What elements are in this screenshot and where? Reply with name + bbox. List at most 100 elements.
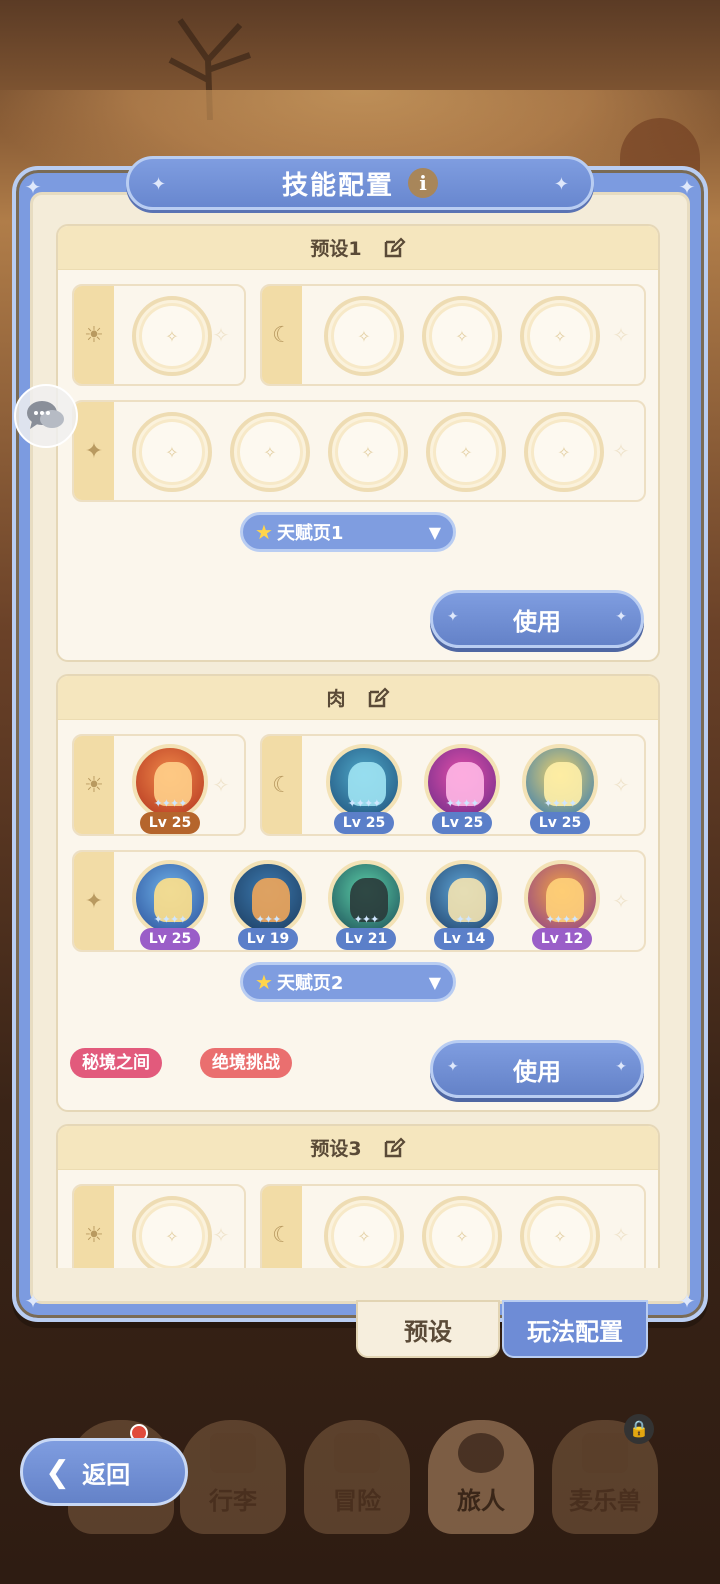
preset-card-3: 预设3 ☀ ✧ ✧ ☾ ✧ ✧ ✧ ✧ bbox=[56, 1124, 660, 1268]
empty-skill-slot[interactable]: ✧ bbox=[422, 296, 502, 376]
use-button[interactable]: ✦ 使用 ✦ bbox=[430, 1040, 644, 1098]
mode-tag: 秘境之间 bbox=[70, 1048, 162, 1078]
skill-level-badge: Lv 25 bbox=[432, 812, 492, 834]
tab-preset-label: 预设 bbox=[404, 1317, 452, 1346]
back-button[interactable]: ❮ 返回 bbox=[20, 1438, 188, 1506]
skill-icon[interactable]: ✦✦✦✦ bbox=[424, 744, 500, 820]
back-arrow-icon: ❮ bbox=[45, 1454, 71, 1490]
pet-icon bbox=[582, 1433, 628, 1473]
skill-icon[interactable]: ✦✦✦✦ bbox=[132, 744, 208, 820]
crossed-swords-icon bbox=[334, 1433, 380, 1473]
skill-icon[interactable]: ✦✦ bbox=[426, 860, 502, 936]
nav-item-traveler[interactable]: 旅人 bbox=[428, 1420, 534, 1534]
empty-skill-slot[interactable]: ✧ bbox=[328, 412, 408, 492]
chat-icon bbox=[27, 401, 64, 429]
empty-skill-slot[interactable]: ✧ bbox=[520, 296, 600, 376]
nav-label: 旅人 bbox=[457, 1487, 505, 1515]
lock-icon: 🔒 bbox=[624, 1414, 654, 1444]
edit-icon[interactable] bbox=[382, 236, 406, 260]
skill-icon[interactable]: ✦✦✦✦ bbox=[326, 744, 402, 820]
preset-card-2: 肉 ☀ ✦✦✦✦ Lv 25 ✧ ☾ ✦✦✦✦ Lv 25 ✦✦✦✦ Lv 25 bbox=[56, 674, 660, 1112]
edit-icon[interactable] bbox=[382, 1136, 406, 1160]
use-button-label: 使用 bbox=[513, 607, 561, 636]
skill-level-badge: Lv 25 bbox=[140, 928, 200, 950]
talent-page-select[interactable]: ★ 天赋页2 ▼ bbox=[240, 962, 456, 1002]
empty-skill-slot[interactable]: ✧ bbox=[426, 412, 506, 492]
skill-icon[interactable]: ✦✦✦ bbox=[328, 860, 404, 936]
mode-tag: 绝境挑战 bbox=[200, 1048, 292, 1078]
corner-ornament: ✦ bbox=[678, 1289, 696, 1313]
skill-level-badge: Lv 25 bbox=[140, 812, 200, 834]
tab-preset[interactable]: 预设 bbox=[356, 1300, 500, 1358]
sun-skill-group: ☀ ✧ ✧ bbox=[72, 1184, 246, 1268]
empty-skill-slot[interactable]: ✧ bbox=[524, 412, 604, 492]
preset-list[interactable]: 预设1 ☀ ✧ ✧ ☾ ✧ ✧ ✧ ✧ ✦ ✧ ✧ ✧ ✧ ✧ ✧ ★ 天赋页1… bbox=[56, 222, 660, 1268]
skill-icon[interactable]: ✦✦✦✦ bbox=[524, 860, 600, 936]
preset-name: 肉 bbox=[326, 688, 346, 710]
sparkle-icon: ✦ bbox=[74, 852, 114, 950]
moon-icon: ☾ bbox=[262, 736, 302, 834]
preset-header: 预设3 bbox=[58, 1126, 658, 1170]
skill-icon[interactable]: ✦✦✦ bbox=[230, 860, 306, 936]
preset-header: 肉 bbox=[58, 676, 658, 720]
slot-decoration: ✧ bbox=[612, 773, 630, 797]
tab-gameplay-config[interactable]: 玩法配置 bbox=[502, 1300, 648, 1358]
corner-ornament: ✦ bbox=[24, 175, 42, 199]
sun-icon: ☀ bbox=[74, 1186, 114, 1268]
traveler-avatar-icon bbox=[458, 1433, 504, 1473]
preset-name: 预设1 bbox=[310, 238, 362, 260]
slot-decoration: ✧ bbox=[212, 323, 230, 347]
sparkle-icon: ✦ bbox=[447, 609, 459, 625]
preset-header: 预设1 bbox=[58, 226, 658, 270]
sun-skill-group: ☀ ✦✦✦✦ Lv 25 ✧ bbox=[72, 734, 246, 836]
empty-skill-slot[interactable]: ✧ bbox=[324, 296, 404, 376]
nav-item-luggage[interactable]: 行李 bbox=[180, 1420, 286, 1534]
chat-button[interactable] bbox=[14, 384, 78, 448]
moon-icon: ☾ bbox=[262, 286, 302, 384]
sun-skill-group: ☀ ✧ ✧ bbox=[72, 284, 246, 386]
sparkle-icon: ✦ bbox=[615, 609, 627, 625]
caret-down-icon: ▼ bbox=[428, 972, 441, 992]
use-button-label: 使用 bbox=[513, 1057, 561, 1086]
empty-skill-slot[interactable]: ✧ bbox=[230, 412, 310, 492]
empty-skill-slot[interactable]: ✧ bbox=[132, 1196, 212, 1268]
sparkle-icon: ✦ bbox=[74, 402, 114, 500]
slot-decoration: ✧ bbox=[612, 323, 630, 347]
nav-label: 冒险 bbox=[333, 1487, 381, 1515]
star-icon: ★ bbox=[255, 520, 273, 544]
slot-decoration: ✧ bbox=[212, 773, 230, 797]
skill-level-badge: Lv 14 bbox=[434, 928, 494, 950]
moon-skill-group: ☾ ✧ ✧ ✧ ✧ bbox=[260, 284, 646, 386]
use-button[interactable]: ✦ 使用 ✦ bbox=[430, 590, 644, 648]
empty-skill-slot[interactable]: ✧ bbox=[324, 1196, 404, 1268]
empty-skill-slot[interactable]: ✧ bbox=[520, 1196, 600, 1268]
nav-item-adventure[interactable]: 冒险 bbox=[304, 1420, 410, 1534]
star-skill-group: ✦ ✧ ✧ ✧ ✧ ✧ ✧ bbox=[72, 400, 646, 502]
nav-item-melebeast[interactable]: 🔒 麦乐兽 bbox=[552, 1414, 658, 1534]
nav-label: 麦乐兽 bbox=[569, 1487, 641, 1515]
tab-gameplay-label: 玩法配置 bbox=[527, 1317, 623, 1346]
skill-level-badge: Lv 21 bbox=[336, 928, 396, 950]
slot-decoration: ✧ bbox=[212, 1223, 230, 1247]
talent-page-select[interactable]: ★ 天赋页1 ▼ bbox=[240, 512, 456, 552]
info-icon[interactable]: i bbox=[408, 168, 438, 198]
sparkle-icon: ✦ bbox=[615, 1059, 627, 1075]
preset-name: 预设3 bbox=[310, 1138, 362, 1160]
page-title: 技能配置 bbox=[281, 170, 394, 201]
slot-decoration: ✧ bbox=[612, 889, 630, 913]
sun-icon: ☀ bbox=[74, 736, 114, 834]
moon-skill-group: ☾ ✦✦✦✦ Lv 25 ✦✦✦✦ Lv 25 ✦✦✦✦ Lv 25 ✧ bbox=[260, 734, 646, 836]
empty-skill-slot[interactable]: ✧ bbox=[422, 1196, 502, 1268]
empty-skill-slot[interactable]: ✧ bbox=[132, 412, 212, 492]
slot-decoration: ✧ bbox=[612, 439, 630, 463]
edit-icon[interactable] bbox=[366, 686, 390, 710]
empty-skill-slot[interactable]: ✧ bbox=[132, 296, 212, 376]
skill-icon[interactable]: ✦✦✦✦ bbox=[132, 860, 208, 936]
skill-level-badge: Lv 25 bbox=[530, 812, 590, 834]
title-banner: ✦ 技能配置 i ✦ bbox=[126, 156, 594, 210]
chest-icon bbox=[210, 1433, 256, 1473]
skill-level-badge: Lv 19 bbox=[238, 928, 298, 950]
star-skill-group: ✦ ✦✦✦✦ Lv 25 ✦✦✦ Lv 19 ✦✦✦ Lv 21 ✦✦ Lv 1… bbox=[72, 850, 646, 952]
skill-icon[interactable]: ✦✦✦✦ bbox=[522, 744, 598, 820]
skill-level-badge: Lv 12 bbox=[532, 928, 592, 950]
